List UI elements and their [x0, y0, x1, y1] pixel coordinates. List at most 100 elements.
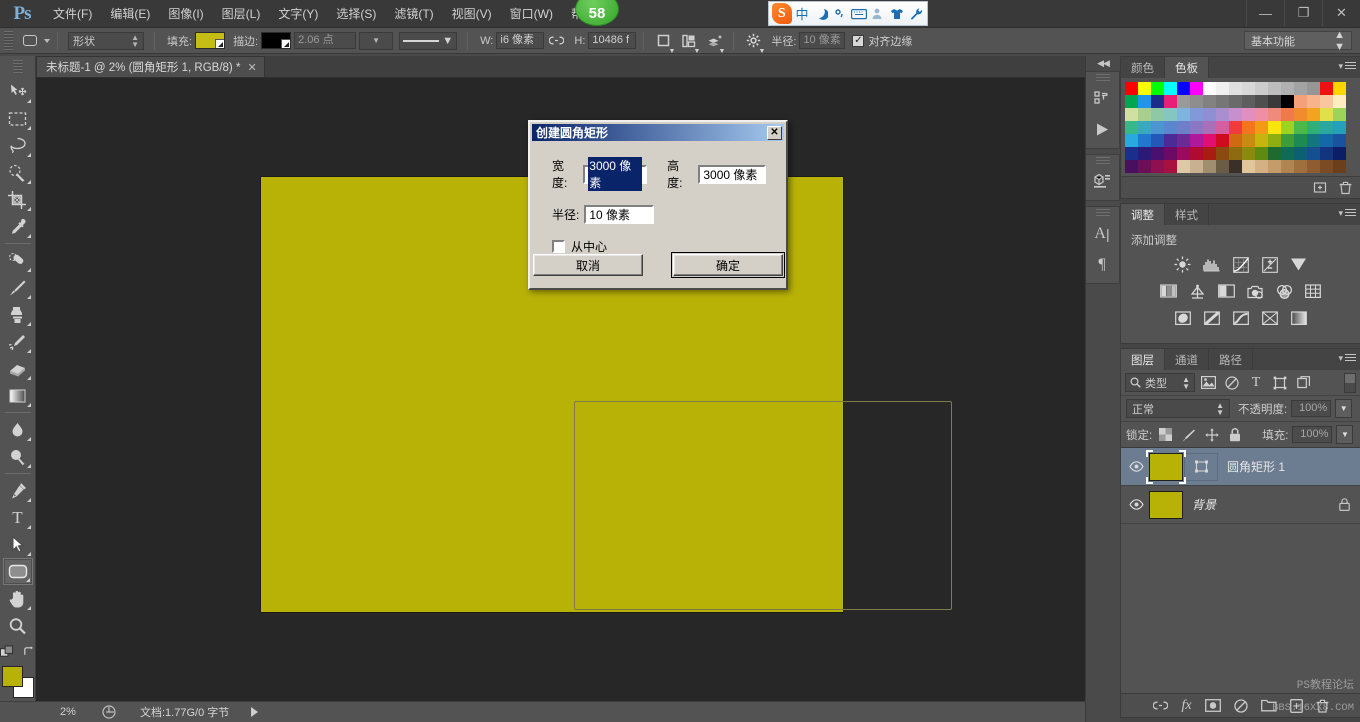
- color-swatch[interactable]: [1164, 147, 1177, 160]
- new-swatch-icon[interactable]: [1313, 181, 1327, 195]
- color-swatch[interactable]: [1216, 82, 1229, 95]
- color-swatch[interactable]: [1190, 82, 1203, 95]
- color-swatch[interactable]: [1151, 95, 1164, 108]
- color-swatch[interactable]: [1216, 95, 1229, 108]
- paragraph-icon[interactable]: ¶: [1086, 249, 1118, 280]
- color-swatch[interactable]: [1281, 160, 1294, 173]
- color-swatch[interactable]: [1125, 160, 1138, 173]
- ime-user-icon[interactable]: [869, 4, 886, 23]
- menu-filter[interactable]: 滤镜(T): [385, 0, 442, 28]
- color-swatch[interactable]: [1203, 95, 1216, 108]
- swatch-grid[interactable]: [1125, 82, 1357, 173]
- color-swatch[interactable]: [1203, 108, 1216, 121]
- document-tab[interactable]: 未标题-1 @ 2% (圆角矩形 1, RGB/8) * ✕: [36, 56, 265, 77]
- close-icon[interactable]: ✕: [247, 61, 256, 74]
- levels-icon[interactable]: [1200, 254, 1223, 275]
- align-edges-checkbox[interactable]: ✓: [852, 34, 865, 47]
- black-white-icon[interactable]: [1215, 281, 1238, 302]
- color-swatch[interactable]: [1229, 134, 1242, 147]
- table-row[interactable]: 背景: [1121, 486, 1360, 524]
- hue-saturation-icon[interactable]: [1157, 281, 1180, 302]
- color-swatch[interactable]: [1333, 82, 1346, 95]
- gradient-map-icon[interactable]: [1258, 308, 1281, 329]
- color-swatch[interactable]: [1242, 108, 1255, 121]
- color-swatch[interactable]: [1164, 160, 1177, 173]
- color-swatch[interactable]: [1216, 147, 1229, 160]
- color-swatch[interactable]: [1151, 134, 1164, 147]
- quick-selection-tool[interactable]: [3, 159, 33, 186]
- ime-punctuation-icon[interactable]: [831, 4, 848, 23]
- color-swatch[interactable]: [1229, 108, 1242, 121]
- shape-mode-select[interactable]: 形状 ▲ ▼: [68, 31, 144, 50]
- color-swatch[interactable]: [1242, 134, 1255, 147]
- color-swatch[interactable]: [1125, 147, 1138, 160]
- layers-panel-menu-button[interactable]: ▾: [1338, 353, 1356, 364]
- dialog-width-input[interactable]: 3000 像素: [583, 157, 648, 191]
- fill-color-swatch[interactable]: [195, 32, 226, 49]
- color-swatch[interactable]: [1320, 95, 1333, 108]
- path-alignment-icon[interactable]: ▼: [678, 31, 700, 55]
- color-swatch[interactable]: [1138, 95, 1151, 108]
- create-rounded-rectangle-dialog[interactable]: 创建圆角矩形 ✕ 宽度: 3000 像素 高度: 3000 像素 半径: 10 …: [528, 120, 788, 290]
- expand-arrow-icon[interactable]: [251, 707, 259, 717]
- color-swatch[interactable]: [1255, 82, 1268, 95]
- link-icon[interactable]: [546, 31, 567, 51]
- color-swatch[interactable]: [1138, 160, 1151, 173]
- color-swatch[interactable]: [1320, 108, 1333, 121]
- color-swatch[interactable]: [1164, 134, 1177, 147]
- color-swatch[interactable]: [1151, 121, 1164, 134]
- color-swatch[interactable]: [1190, 121, 1203, 134]
- color-swatch[interactable]: [1255, 108, 1268, 121]
- character-icon[interactable]: A |: [1086, 218, 1118, 249]
- color-swatch[interactable]: [1294, 121, 1307, 134]
- dock-group-grip-1[interactable]: [1095, 74, 1110, 82]
- eraser-tool[interactable]: [3, 355, 33, 382]
- color-swatch[interactable]: [1177, 108, 1190, 121]
- layer-filter-kind-select[interactable]: 类型 ▲ ▼: [1125, 373, 1195, 392]
- color-picker-swatches[interactable]: [1, 665, 35, 699]
- color-swatch[interactable]: [1216, 160, 1229, 173]
- menu-select[interactable]: 选择(S): [327, 0, 385, 28]
- swatches-panel-menu-button[interactable]: ▾: [1338, 61, 1356, 72]
- ok-button[interactable]: 确定: [671, 252, 785, 278]
- fill-dropdown-button[interactable]: ▼: [1336, 425, 1354, 444]
- color-swatch[interactable]: [1125, 121, 1138, 134]
- tool-preset-chevron-icon[interactable]: [44, 38, 50, 43]
- color-swatch[interactable]: [1294, 160, 1307, 173]
- ime-skin-icon[interactable]: [888, 4, 905, 23]
- horizontal-type-tool[interactable]: T: [3, 504, 33, 531]
- color-swatch[interactable]: [1307, 147, 1320, 160]
- actions-play-icon[interactable]: [1086, 114, 1118, 145]
- clone-stamp-tool[interactable]: [3, 301, 33, 328]
- color-swatch[interactable]: [1151, 82, 1164, 95]
- rounded-rectangle-shape-path[interactable]: [574, 401, 952, 610]
- dialog-close-icon[interactable]: ✕: [767, 125, 782, 140]
- color-swatch[interactable]: [1268, 147, 1281, 160]
- opacity-dropdown-button[interactable]: ▼: [1335, 399, 1353, 418]
- tab-channels[interactable]: 通道: [1165, 349, 1209, 370]
- color-swatch[interactable]: [1177, 82, 1190, 95]
- color-swatch[interactable]: [1255, 147, 1268, 160]
- color-swatch[interactable]: [1138, 134, 1151, 147]
- ime-chinese-mode-icon[interactable]: 中: [794, 4, 811, 23]
- color-swatch[interactable]: [1242, 121, 1255, 134]
- color-swatch[interactable]: [1125, 108, 1138, 121]
- rectangular-marquee-tool[interactable]: [3, 105, 33, 132]
- color-swatch[interactable]: [1307, 95, 1320, 108]
- color-swatch[interactable]: [1203, 147, 1216, 160]
- adjustments-panel-menu-button[interactable]: ▾: [1338, 208, 1356, 219]
- color-swatch[interactable]: [1242, 160, 1255, 173]
- color-swatch[interactable]: [1333, 121, 1346, 134]
- color-swatch[interactable]: [1281, 82, 1294, 95]
- color-swatch[interactable]: [1281, 121, 1294, 134]
- color-swatch[interactable]: [1216, 108, 1229, 121]
- color-swatch[interactable]: [1203, 82, 1216, 95]
- color-swatch[interactable]: [1268, 95, 1281, 108]
- color-swatch[interactable]: [1307, 108, 1320, 121]
- color-swatch[interactable]: [1125, 82, 1138, 95]
- color-swatch[interactable]: [1190, 108, 1203, 121]
- color-swatch[interactable]: [1242, 147, 1255, 160]
- zoom-tool[interactable]: [3, 612, 33, 639]
- opacity-field[interactable]: 100%: [1291, 400, 1332, 417]
- cancel-button[interactable]: 取消: [533, 254, 643, 276]
